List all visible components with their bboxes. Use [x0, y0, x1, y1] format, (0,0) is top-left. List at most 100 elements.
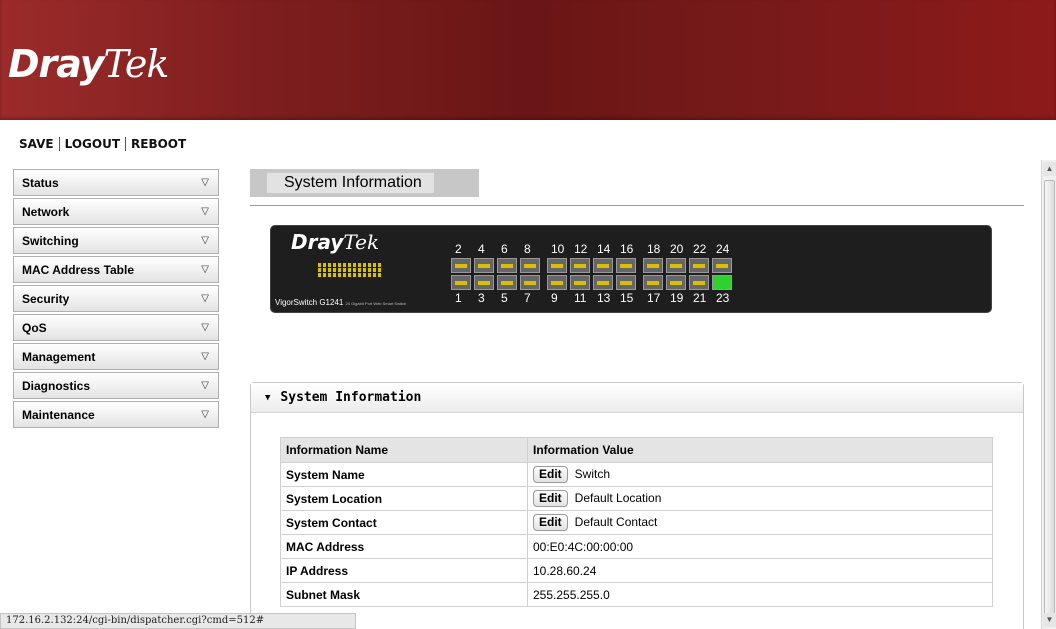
- port-24[interactable]: [712, 258, 732, 273]
- table-header-row: Information Name Information Value: [280, 437, 993, 463]
- logout-link[interactable]: LOGOUT: [65, 137, 120, 151]
- port-number-label: 7: [524, 291, 531, 305]
- port-3[interactable]: [474, 275, 494, 290]
- led-icon: [368, 273, 371, 277]
- port-9[interactable]: [547, 275, 567, 290]
- led-indicators: [318, 263, 381, 277]
- port-23[interactable]: [712, 275, 732, 290]
- port-number-label: 16: [620, 242, 634, 256]
- reboot-link[interactable]: REBOOT: [131, 137, 186, 151]
- device-logo: DrayTek: [291, 230, 380, 254]
- menu-item-security[interactable]: Security ▽: [13, 285, 219, 312]
- port-17[interactable]: [643, 275, 663, 290]
- info-value: Default Contact: [574, 515, 658, 529]
- edit-button[interactable]: Edit: [533, 466, 568, 483]
- divider: [125, 137, 127, 151]
- port-number-label: 14: [597, 242, 611, 256]
- led-icon: [373, 263, 376, 267]
- port-number-label: 9: [551, 291, 558, 305]
- page-title: System Information: [250, 169, 479, 197]
- port-18[interactable]: [643, 258, 663, 273]
- menu-item-status[interactable]: Status ▽: [13, 169, 219, 196]
- port-number-label: 5: [501, 291, 508, 305]
- port-number-label: 3: [478, 291, 485, 305]
- port-20[interactable]: [666, 258, 686, 273]
- port-number-label: 12: [574, 242, 588, 256]
- port-8[interactable]: [520, 258, 540, 273]
- port-number-label: 15: [620, 291, 634, 305]
- led-icon: [333, 263, 336, 267]
- led-icon: [318, 263, 321, 267]
- menu-item-diagnostics[interactable]: Diagnostics ▽: [13, 372, 219, 399]
- scroll-thumb[interactable]: [1044, 180, 1055, 624]
- top-links: SAVE LOGOUT REBOOT: [19, 137, 186, 151]
- menu-item-qos[interactable]: QoS ▽: [13, 314, 219, 341]
- device-model: VigorSwitch G1241 24 Gigabit Port Web Sm…: [275, 298, 407, 307]
- led-icon: [348, 268, 351, 272]
- save-link[interactable]: SAVE: [19, 137, 54, 151]
- led-icon: [343, 273, 346, 277]
- led-icon: [378, 268, 381, 272]
- menu-item-maintenance[interactable]: Maintenance ▽: [13, 401, 219, 428]
- led-icon: [343, 268, 346, 272]
- scroll-down-icon[interactable]: ▼: [1043, 613, 1056, 627]
- led-icon: [318, 273, 321, 277]
- led-icon: [333, 268, 336, 272]
- menu-item-network[interactable]: Network ▽: [13, 198, 219, 225]
- port-12[interactable]: [570, 258, 590, 273]
- port-15[interactable]: [616, 275, 636, 290]
- panel-header[interactable]: ▼ System Information: [251, 383, 1023, 413]
- port-10[interactable]: [547, 258, 567, 273]
- port-1[interactable]: [451, 275, 471, 290]
- scroll-up-icon[interactable]: ▲: [1043, 162, 1056, 176]
- info-name: IP Address: [280, 558, 528, 583]
- chevron-down-icon: ▽: [201, 177, 209, 188]
- info-name: Subnet Mask: [280, 582, 528, 607]
- led-icon: [368, 263, 371, 267]
- table-row: System Location Edit Default Location: [280, 486, 993, 511]
- port-number-label: 11: [574, 291, 587, 305]
- port-2[interactable]: [451, 258, 471, 273]
- port-number-label: 8: [524, 242, 531, 256]
- port-16[interactable]: [616, 258, 636, 273]
- info-value: Default Location: [574, 491, 662, 505]
- menu-item-management[interactable]: Management ▽: [13, 343, 219, 370]
- info-value-cell: Edit Default Location: [527, 486, 993, 511]
- led-icon: [323, 263, 326, 267]
- menu-item-switching[interactable]: Switching ▽: [13, 227, 219, 254]
- led-icon: [358, 273, 361, 277]
- menu-item-mac-address-table[interactable]: MAC Address Table ▽: [13, 256, 219, 283]
- chevron-down-icon: ▽: [201, 351, 209, 362]
- port-19[interactable]: [666, 275, 686, 290]
- led-icon: [378, 273, 381, 277]
- port-number-label: 10: [551, 242, 565, 256]
- led-icon: [323, 268, 326, 272]
- table-row: MAC Address 00:E0:4C:00:00:00: [280, 534, 993, 559]
- port-number-label: 20: [670, 242, 684, 256]
- divider: [250, 205, 1024, 206]
- led-icon: [343, 263, 346, 267]
- port-21[interactable]: [689, 275, 709, 290]
- port-6[interactable]: [497, 258, 517, 273]
- chevron-down-icon: ▽: [201, 206, 209, 217]
- info-name: System Location: [280, 486, 528, 511]
- edit-button[interactable]: Edit: [533, 490, 568, 507]
- port-number-label: 17: [647, 291, 661, 305]
- port-11[interactable]: [570, 275, 590, 290]
- port-22[interactable]: [689, 258, 709, 273]
- port-4[interactable]: [474, 258, 494, 273]
- led-icon: [338, 268, 341, 272]
- vertical-scrollbar[interactable]: ▲ ▼: [1041, 160, 1056, 629]
- device-panel: DrayTek VigorSwitch G1241 24 Gigabit Por…: [270, 225, 992, 313]
- app-root: DrayTek SAVE LOGOUT REBOOT Status ▽ Netwo…: [0, 0, 1056, 629]
- port-13[interactable]: [593, 275, 613, 290]
- draytek-logo: DrayTek: [8, 42, 169, 86]
- chevron-down-icon: ▽: [201, 409, 209, 420]
- port-5[interactable]: [497, 275, 517, 290]
- led-icon: [328, 263, 331, 267]
- chevron-down-icon: ▽: [201, 322, 209, 333]
- edit-button[interactable]: Edit: [533, 514, 568, 531]
- port-number-label: 2: [455, 242, 462, 256]
- port-7[interactable]: [520, 275, 540, 290]
- port-14[interactable]: [593, 258, 613, 273]
